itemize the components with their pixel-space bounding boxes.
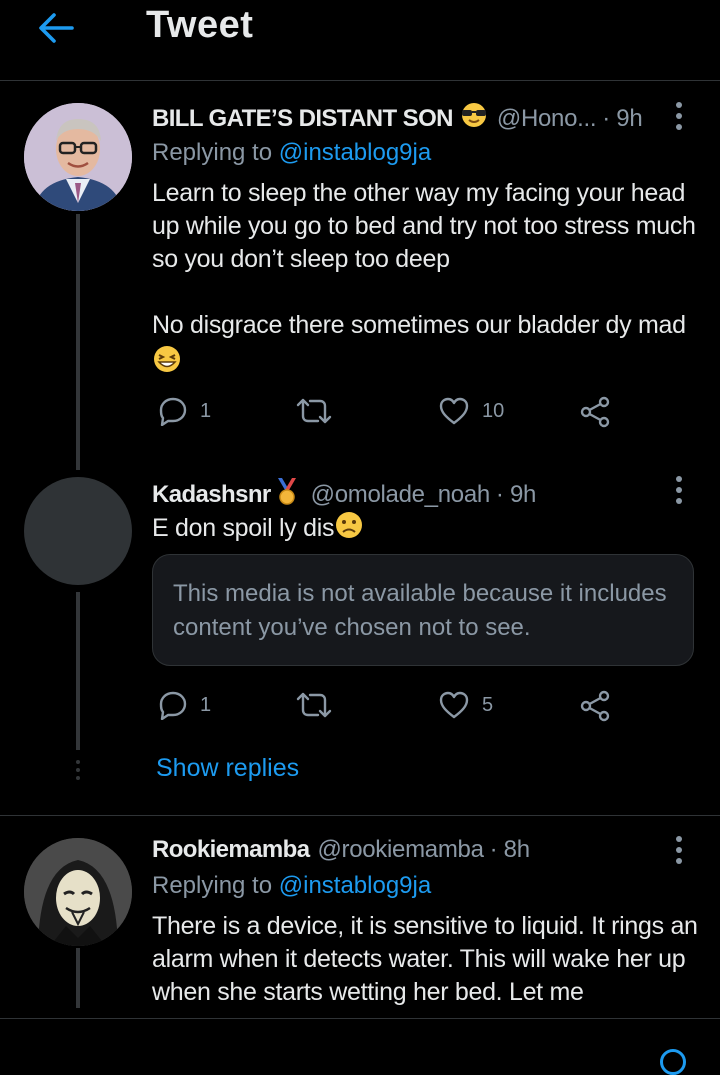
reply-icon [159,691,187,720]
retweet-button[interactable] [296,396,332,426]
tweet-actions: 1 10 [152,394,622,434]
tweet-header: BILL GATE’S DISTANT SON @Hono... · 9h [152,102,643,135]
share-icon [580,396,610,428]
avatar[interactable] [24,477,132,585]
more-options-icon[interactable] [676,476,684,509]
compose-icon[interactable] [660,1049,686,1075]
reply-count: 1 [200,693,212,716]
confused-face-icon [334,510,364,547]
divider [0,815,720,816]
thread-line [76,948,80,1008]
retweet-icon [296,692,332,718]
user-handle: @Hono... [496,104,597,132]
reply-icon [159,397,187,426]
replying-label: Replying to [152,139,273,166]
thread-line [76,214,80,470]
share-icon [580,690,610,722]
medal-icon [275,476,299,513]
more-options-icon[interactable] [676,102,684,135]
heart-icon [439,397,469,425]
display-name[interactable]: Kadashsnr [152,481,271,509]
share-button[interactable] [580,690,612,722]
more-options-icon[interactable] [676,836,684,869]
user-handle: @rookiemamba [317,836,484,863]
display-name[interactable]: Rookiemamba [152,836,310,864]
tweet-header: Kadashsnr @omolade_noah · 9h [152,476,536,513]
replying-handle-link[interactable]: @instablog9ja [279,139,431,166]
avatar[interactable] [24,103,132,211]
like-button[interactable]: 5 [438,690,493,720]
retweet-icon [296,398,332,424]
display-name[interactable]: BILL GATE’S DISTANT SON [152,105,453,133]
heart-icon [439,691,469,719]
replying-label: Replying to [152,872,273,899]
replying-to: Replying to @instablog9ja [152,872,431,900]
tweet-text: E don spoil ly dis [152,510,364,547]
back-arrow-icon[interactable] [36,8,76,48]
timestamp: · 8h [489,836,530,863]
retweet-button[interactable] [296,690,332,720]
like-count: 10 [482,399,505,422]
page-title: Tweet [146,4,254,46]
timestamp: · 9h [495,480,537,508]
tweet-text: There is a device, it is sensitive to li… [152,912,698,1006]
thread-line [76,592,80,750]
tweet-header: Rookiemamba @rookiemamba · 8h [152,836,530,864]
like-count: 5 [482,693,494,716]
tweet-text: Learn to sleep the other way my facing y… [152,179,696,273]
reply-count: 1 [200,399,212,422]
replying-handle-link[interactable]: @instablog9ja [279,872,431,899]
share-button[interactable] [580,396,612,428]
reply-bar[interactable] [0,1018,720,1075]
sunglasses-face-icon [459,102,489,135]
like-button[interactable]: 10 [438,396,504,426]
reply-button[interactable]: 1 [158,396,211,426]
avatar[interactable] [24,838,132,946]
tweet-text-line: E don spoil ly dis [152,514,335,542]
show-replies-link[interactable]: Show replies [156,754,299,783]
tweet-text-line: No disgrace there sometimes our bladder … [152,311,686,339]
reply-button[interactable]: 1 [158,690,211,720]
grinning-squinting-face-icon [152,344,182,379]
replying-to: Replying to @instablog9ja [152,139,431,167]
tweet-actions: 1 5 [152,688,622,728]
thread-dots [76,760,80,784]
timestamp: · 9h [602,104,643,132]
media-unavailable-notice[interactable]: This media is not available because it i… [152,554,694,666]
user-handle: @omolade_noah [310,480,491,508]
top-bar: Tweet [0,0,720,81]
tweet-text-2: No disgrace there sometimes our bladder … [152,309,712,342]
